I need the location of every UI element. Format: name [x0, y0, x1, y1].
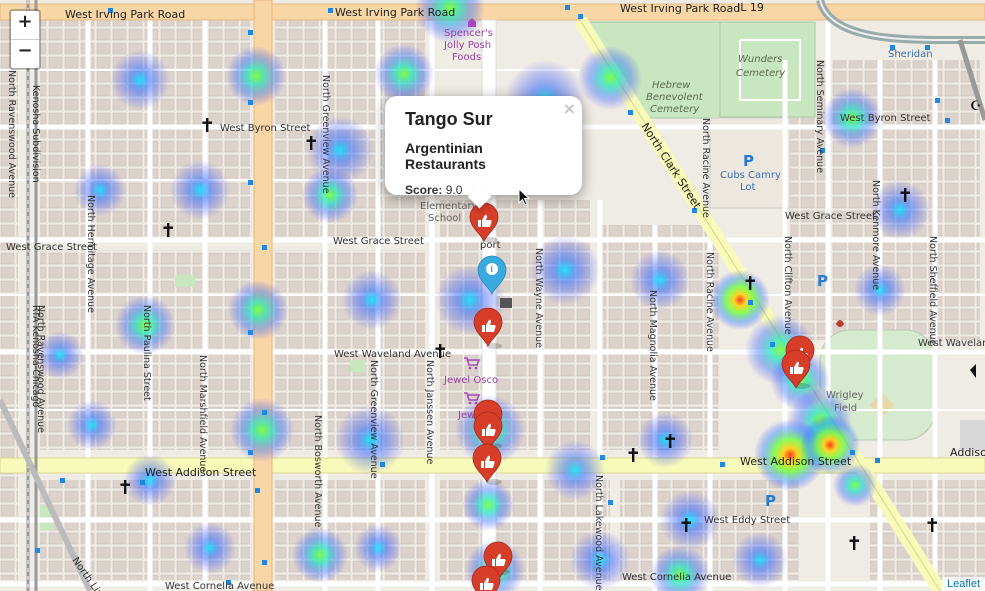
svg-text:School: School — [428, 213, 461, 224]
svg-text:Jolly Posh: Jolly Posh — [443, 40, 491, 51]
zoom-out-button[interactable]: − — [11, 40, 39, 68]
svg-text:Jewel Osco: Jewel Osco — [443, 375, 498, 386]
svg-text:West Waveland Avenue: West Waveland Avenue — [334, 349, 451, 360]
parking-icon: P — [817, 272, 828, 290]
svg-text:Wunders: Wunders — [738, 54, 782, 65]
svg-text:Jew: Jew — [457, 410, 475, 421]
svg-text:West Irving Park Road: West Irving Park Road — [620, 2, 740, 15]
svg-text:North Greenview Avenue: North Greenview Avenue — [320, 75, 331, 194]
popup-score-label: Score: — [405, 183, 443, 197]
svg-text:Cemetery: Cemetery — [650, 104, 700, 115]
svg-text:Benevolent: Benevolent — [646, 92, 704, 103]
svg-text:Field: Field — [834, 403, 857, 414]
svg-text:West Grace Street: West Grace Street — [785, 211, 876, 222]
zoom-in-button[interactable]: + — [11, 11, 39, 40]
svg-text:Cemetery: Cemetery — [736, 68, 786, 79]
svg-text:West Eddy Street: West Eddy Street — [704, 515, 790, 526]
svg-text:i: i — [490, 265, 493, 274]
svg-text:West Cornelia Avenue: West Cornelia Avenue — [622, 572, 731, 583]
svg-text:North Clifton Avenue: North Clifton Avenue — [782, 236, 793, 335]
svg-text:North Janssen Avenue: North Janssen Avenue — [424, 360, 435, 464]
svg-text:West Irving Park Road: West Irving Park Road — [335, 6, 455, 19]
svg-text:North Bosworth Avenue: North Bosworth Avenue — [312, 415, 323, 528]
popup-content: Tango Sur Argentinian Restaurants Score:… — [385, 96, 582, 197]
svg-text:Cubs Camry: Cubs Camry — [720, 170, 781, 181]
svg-text:North Hermitage Avenue: North Hermitage Avenue — [85, 195, 96, 313]
svg-text:☪: ☪ — [970, 99, 982, 114]
popup-score-value: 9.0 — [445, 183, 463, 197]
svg-text:Lot: Lot — [740, 182, 756, 193]
svg-text:North Paulina Street: North Paulina Street — [141, 305, 152, 401]
svg-text:North Marshfield Avenue: North Marshfield Avenue — [197, 355, 208, 472]
svg-text:North Greenview Avenue: North Greenview Avenue — [368, 360, 379, 479]
svg-text:IL 19: IL 19 — [737, 1, 764, 14]
svg-text:West Byron Street: West Byron Street — [220, 123, 311, 134]
svg-text:North Lakewood Avenue: North Lakewood Avenue — [593, 475, 604, 591]
popup-title: Tango Sur — [405, 109, 493, 129]
popup-score: Score: 9.0 — [405, 183, 562, 197]
svg-text:North Kenmore Avenue: North Kenmore Avenue — [870, 180, 881, 290]
svg-text:North Magnolia Avenue: North Magnolia Avenue — [647, 290, 658, 401]
map-canvas[interactable]: P P P ☪ West Irving Park Road West Irvin… — [0, 0, 985, 591]
svg-text:North Racine Avenue: North Racine Avenue — [700, 118, 711, 218]
attribution-link[interactable]: Leaflet — [941, 577, 985, 591]
mouse-cursor-icon — [518, 188, 531, 206]
svg-text:West Grace Street: West Grace Street — [6, 242, 97, 253]
parking-icon: P — [743, 152, 754, 170]
svg-text:North Seminary Avenue: North Seminary Avenue — [814, 60, 825, 173]
svg-text:West Irving Park Road: West Irving Park Road — [65, 8, 185, 21]
svg-text:West Addison Street: West Addison Street — [740, 455, 852, 468]
popup-category: Argentinian Restaurants — [405, 140, 486, 172]
svg-text:Foods: Foods — [452, 52, 481, 63]
svg-text:North Ravenswood Avenue: North Ravenswood Avenue — [6, 70, 17, 198]
svg-text:West Cornelia Avenue: West Cornelia Avenue — [165, 581, 274, 591]
svg-text:Spencer's: Spencer's — [444, 28, 493, 39]
svg-text:North Wayne Avenue: North Wayne Avenue — [533, 248, 544, 348]
svg-text:Hebrew: Hebrew — [652, 80, 691, 91]
zoom-control: + − — [9, 9, 41, 70]
svg-text:North Ravenswood Avenue: North Ravenswood Avenue — [35, 305, 46, 433]
svg-text:West Byron Street: West Byron Street — [840, 113, 931, 124]
svg-text:Elementary: Elementary — [420, 201, 478, 212]
svg-text:Wrigley: Wrigley — [826, 390, 864, 401]
svg-text:North Sheffield Avenue: North Sheffield Avenue — [927, 236, 938, 346]
map-tiles: P P P ☪ West Irving Park Road West Irvin… — [0, 0, 985, 591]
marker-popup: × Tango Sur Argentinian Restaurants Scor… — [385, 96, 582, 209]
thumbs-up-icon[interactable] — [471, 565, 501, 591]
svg-text:West Grace Street: West Grace Street — [333, 236, 424, 247]
svg-text:Sheridan: Sheridan — [888, 49, 933, 60]
svg-text:Addison: Addison — [950, 446, 985, 459]
svg-text:North Racine Avenue: North Racine Avenue — [704, 252, 715, 352]
svg-text:Kenosha Subdivision: Kenosha Subdivision — [30, 85, 41, 183]
parking-icon: P — [765, 492, 776, 510]
